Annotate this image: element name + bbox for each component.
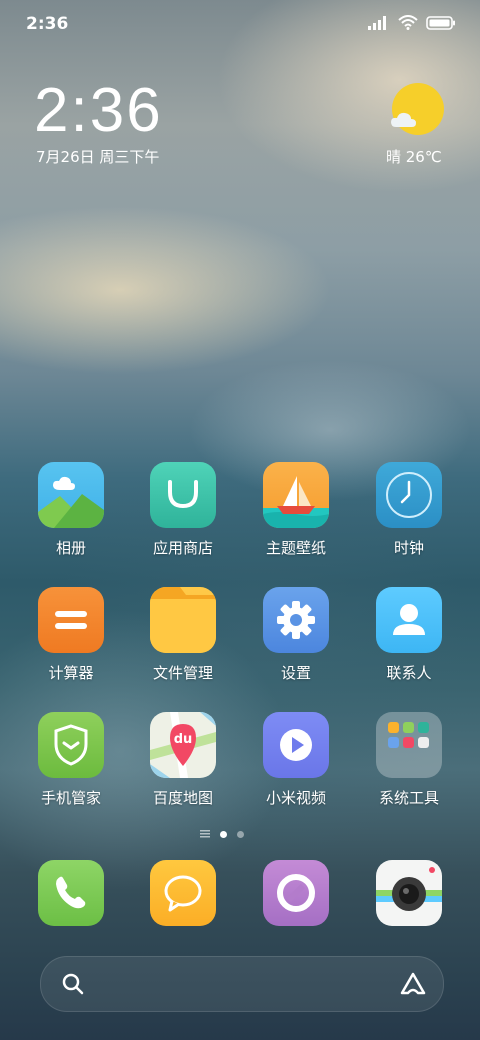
clock-widget-time[interactable]: 2:36 (34, 76, 163, 146)
page-indicator[interactable] (200, 830, 244, 838)
battery-icon (426, 15, 455, 30)
weather-text: 晴 26℃ (386, 148, 442, 166)
calculator-icon[interactable] (38, 587, 104, 653)
page-dot (237, 830, 244, 838)
clock-widget-date: 7月26日 周三下午 (36, 148, 160, 166)
app-label-settings: 设置 (280, 664, 311, 682)
signal-icon (368, 15, 386, 30)
app-label-calculator: 计算器 (48, 664, 94, 682)
app-label-video: 小米视频 (265, 789, 326, 807)
search-icon[interactable] (61, 972, 85, 996)
app-label-app-store: 应用商店 (152, 539, 213, 557)
settings-icon[interactable] (263, 587, 329, 653)
app-label-baidu-map: 百度地图 (152, 789, 213, 807)
assistant-icon[interactable] (399, 971, 427, 997)
app-label-system-tools: 系统工具 (378, 789, 439, 807)
cloud-icon (391, 112, 416, 127)
wifi-icon (398, 15, 418, 30)
baidu-map-badge-text: du (174, 732, 193, 747)
status-icons (368, 15, 456, 30)
folder-icon[interactable] (150, 587, 216, 653)
app-label-gallery: 相册 (55, 539, 86, 557)
app-label-contacts: 联系人 (386, 664, 432, 682)
app-label-clock: 时钟 (393, 539, 424, 557)
app-label-themes: 主题壁纸 (265, 539, 326, 557)
search-bar[interactable] (40, 956, 444, 1012)
gallery-icon[interactable] (38, 462, 104, 528)
baidu-map-icon[interactable]: du (150, 712, 216, 778)
phone-icon[interactable] (38, 860, 104, 926)
app-label-files: 文件管理 (152, 664, 213, 682)
status-time: 2:36 (26, 14, 69, 34)
camera-icon[interactable] (376, 860, 442, 926)
menu-lines-icon (200, 830, 210, 838)
themes-icon[interactable] (263, 462, 329, 528)
weather-sun-icon[interactable] (391, 83, 444, 135)
app-label-security: 手机管家 (40, 789, 101, 807)
system-tools-folder-icon[interactable] (376, 712, 442, 778)
browser-icon[interactable] (263, 860, 329, 926)
app-store-icon[interactable] (150, 462, 216, 528)
messages-icon[interactable] (150, 860, 216, 926)
contacts-icon[interactable] (376, 587, 442, 653)
security-icon[interactable] (38, 712, 104, 778)
clock-icon[interactable] (376, 462, 442, 528)
status-bar: 2:36 (0, 0, 480, 50)
video-icon[interactable] (263, 712, 329, 778)
page-dot-active (220, 830, 227, 838)
